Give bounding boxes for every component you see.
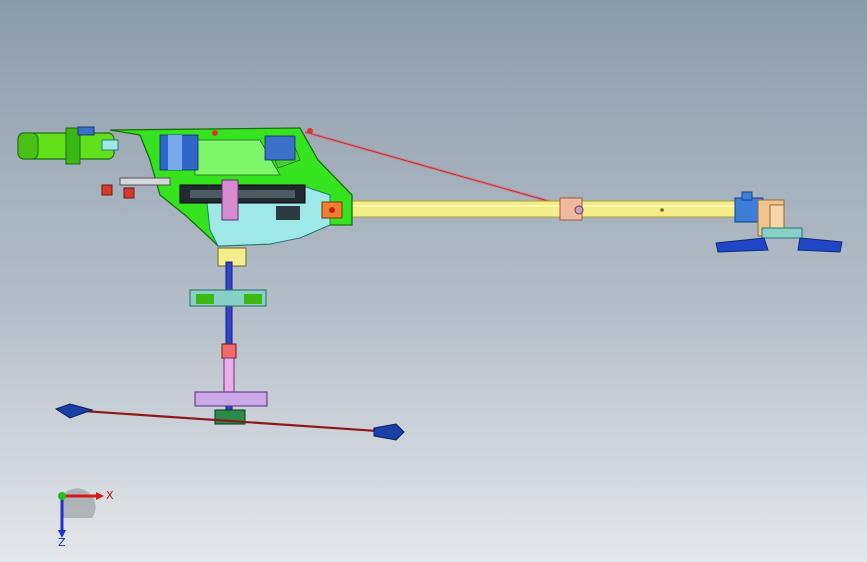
main-rotor-shaft [189, 247, 268, 425]
z-axis-label: Z [58, 536, 66, 548]
helicopter-assembly-model[interactable] [0, 0, 867, 562]
orientation-triad: X Z [58, 488, 114, 548]
y-axis-dot [58, 492, 66, 500]
x-axis-label: X [106, 489, 114, 502]
tail-rotor [715, 191, 843, 253]
cad-viewport[interactable]: X Z [0, 0, 867, 562]
triad-shadow [62, 488, 96, 518]
x-axis-arrow [96, 492, 104, 500]
main-frame [101, 127, 353, 247]
rear-motor [17, 126, 119, 165]
tail-boom [344, 197, 741, 221]
